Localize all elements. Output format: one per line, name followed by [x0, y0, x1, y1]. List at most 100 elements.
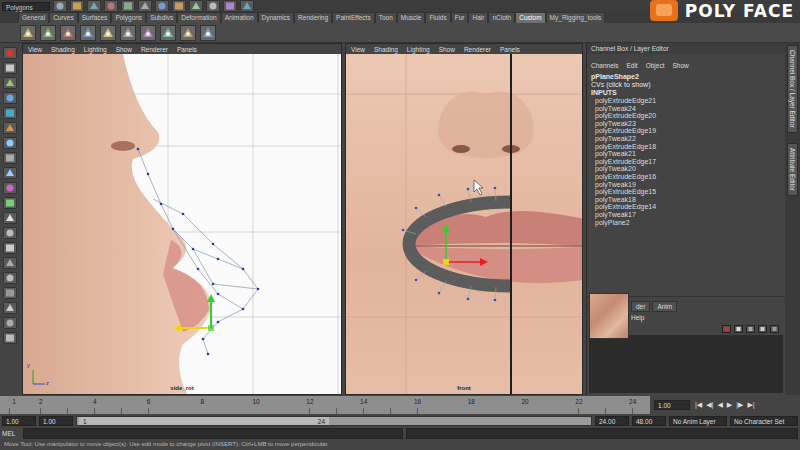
- shelf-tab[interactable]: Subdivs: [146, 12, 177, 23]
- side-tab[interactable]: Attribute Editor: [787, 143, 798, 196]
- layer-tab[interactable]: der: [631, 301, 650, 312]
- tool-icon[interactable]: [3, 107, 17, 119]
- shelf-tab[interactable]: Animation: [221, 12, 258, 23]
- panel-menu-item[interactable]: Shading: [374, 46, 398, 53]
- character-set-dropdown[interactable]: No Character Set: [730, 416, 798, 426]
- shelf-tool-icon[interactable]: [80, 25, 96, 41]
- input-node[interactable]: polyTweak22: [587, 135, 785, 143]
- viewport-image[interactable]: [23, 54, 341, 394]
- menu-set-dropdown[interactable]: Polygons: [2, 2, 50, 11]
- input-node[interactable]: polyTweak17: [587, 211, 785, 219]
- tool-icon[interactable]: [3, 182, 17, 194]
- tool-icon[interactable]: [3, 212, 17, 224]
- range-handle[interactable]: 124: [79, 417, 329, 425]
- menu-item[interactable]: Edit: [626, 62, 637, 69]
- shelf-tool-icon[interactable]: [20, 25, 36, 41]
- shelf-tab[interactable]: Deformation: [177, 12, 220, 23]
- input-node[interactable]: polyTweak21: [587, 150, 785, 158]
- shelf-tab[interactable]: Polygons: [111, 12, 146, 23]
- tool-icon[interactable]: [3, 332, 17, 344]
- status-tool-icon[interactable]: [206, 0, 220, 12]
- shelf-tab[interactable]: Hair: [468, 12, 488, 23]
- panel-menu-item[interactable]: Shading: [51, 46, 75, 53]
- shelf-tab[interactable]: Dynamics: [258, 12, 295, 23]
- layer-button-icon[interactable]: [746, 325, 755, 333]
- input-node[interactable]: polyExtrudeEdge17: [587, 158, 785, 166]
- tool-icon[interactable]: [3, 137, 17, 149]
- tool-icon[interactable]: [3, 167, 17, 179]
- panel-menu-item[interactable]: View: [351, 46, 365, 53]
- panel-menu-item[interactable]: Show: [439, 46, 455, 53]
- tool-icon[interactable]: [3, 242, 17, 254]
- tool-icon[interactable]: [3, 122, 17, 134]
- input-node[interactable]: polyTweak18: [587, 196, 785, 204]
- tool-icon[interactable]: [3, 317, 17, 329]
- status-tool-icon[interactable]: [53, 0, 67, 12]
- shelf-tool-icon[interactable]: [40, 25, 56, 41]
- shelf-tab[interactable]: Rendering: [294, 12, 332, 23]
- current-frame-field[interactable]: 1.00: [654, 400, 690, 410]
- status-tool-icon[interactable]: [121, 0, 135, 12]
- shelf-tab[interactable]: PaintEffects: [332, 12, 375, 23]
- playback-button[interactable]: ▶|: [746, 401, 755, 409]
- menu-item[interactable]: Channels: [591, 62, 618, 69]
- playback-button[interactable]: ◀|: [705, 401, 714, 409]
- menu-item[interactable]: Help: [631, 314, 644, 321]
- time-track[interactable]: 124681012141618202224: [0, 396, 650, 414]
- input-node[interactable]: polyExtrudeEdge14: [587, 203, 785, 211]
- panel-menu-item[interactable]: Show: [116, 46, 132, 53]
- input-node[interactable]: polyPlane2: [587, 219, 785, 227]
- shelf-tab[interactable]: Fluids: [425, 12, 450, 23]
- shelf-tab[interactable]: My_Rigging_tools: [546, 12, 606, 23]
- layer-button-icon[interactable]: [758, 325, 767, 333]
- viewport-image[interactable]: [346, 54, 582, 394]
- menu-item[interactable]: Show: [672, 62, 688, 69]
- input-node[interactable]: polyExtrudeEdge19: [587, 127, 785, 135]
- start-time-field[interactable]: 1.00: [2, 416, 36, 426]
- input-node[interactable]: polyExtrudeEdge21: [587, 97, 785, 105]
- playback-button[interactable]: |◀: [694, 401, 703, 409]
- panel-menu-item[interactable]: Lighting: [407, 46, 430, 53]
- range-slider[interactable]: 124: [76, 416, 592, 426]
- input-node[interactable]: polyTweak24: [587, 105, 785, 113]
- side-tab[interactable]: Channel Box / Layer Editor: [787, 45, 798, 133]
- shelf-tab[interactable]: Fur: [451, 12, 469, 23]
- input-node[interactable]: polyTweak23: [587, 120, 785, 128]
- tool-icon[interactable]: [3, 152, 17, 164]
- shelf-tab[interactable]: nCloth: [488, 12, 515, 23]
- panel-menu-item[interactable]: Renderer: [464, 46, 491, 53]
- shelf-tool-icon[interactable]: [60, 25, 76, 41]
- playback-button[interactable]: ◀: [716, 401, 723, 409]
- tool-icon[interactable]: [3, 302, 17, 314]
- panel-menu-item[interactable]: Panels: [500, 46, 520, 53]
- tool-icon[interactable]: [3, 272, 17, 284]
- shelf-tab[interactable]: Toon: [375, 12, 397, 23]
- layer-tab[interactable]: Anim: [652, 301, 677, 312]
- status-tool-icon[interactable]: [104, 0, 118, 12]
- status-tool-icon[interactable]: [138, 0, 152, 12]
- shelf-tool-icon[interactable]: [100, 25, 116, 41]
- end-time-field[interactable]: 48.00: [632, 416, 666, 426]
- playback-start-field[interactable]: 1.00: [39, 416, 73, 426]
- playback-button[interactable]: ▶: [726, 401, 733, 409]
- tool-icon[interactable]: [3, 227, 17, 239]
- tool-icon[interactable]: [3, 77, 17, 89]
- viewport-canvas[interactable]: side_rotyz: [23, 54, 341, 394]
- playback-end-field[interactable]: 24.00: [595, 416, 629, 426]
- shelf-tab[interactable]: General: [18, 12, 49, 23]
- input-node[interactable]: polyExtrudeEdge20: [587, 112, 785, 120]
- layer-button-icon[interactable]: [770, 325, 779, 333]
- shelf-tab[interactable]: Surfaces: [78, 12, 112, 23]
- status-tool-icon[interactable]: [155, 0, 169, 12]
- panel-menu-item[interactable]: View: [28, 46, 42, 53]
- anim-layer-dropdown[interactable]: No Anim Layer: [669, 416, 727, 426]
- shelf-tool-icon[interactable]: [140, 25, 156, 41]
- shelf-tab[interactable]: Curves: [49, 12, 78, 23]
- tool-icon[interactable]: [3, 62, 17, 74]
- cvs-row[interactable]: CVs (click to show): [587, 81, 785, 89]
- status-tool-icon[interactable]: [70, 0, 84, 12]
- object-name[interactable]: pPlaneShape2: [587, 73, 785, 81]
- shelf-tool-icon[interactable]: [160, 25, 176, 41]
- input-node[interactable]: polyTweak19: [587, 181, 785, 189]
- menu-item[interactable]: Object: [646, 62, 665, 69]
